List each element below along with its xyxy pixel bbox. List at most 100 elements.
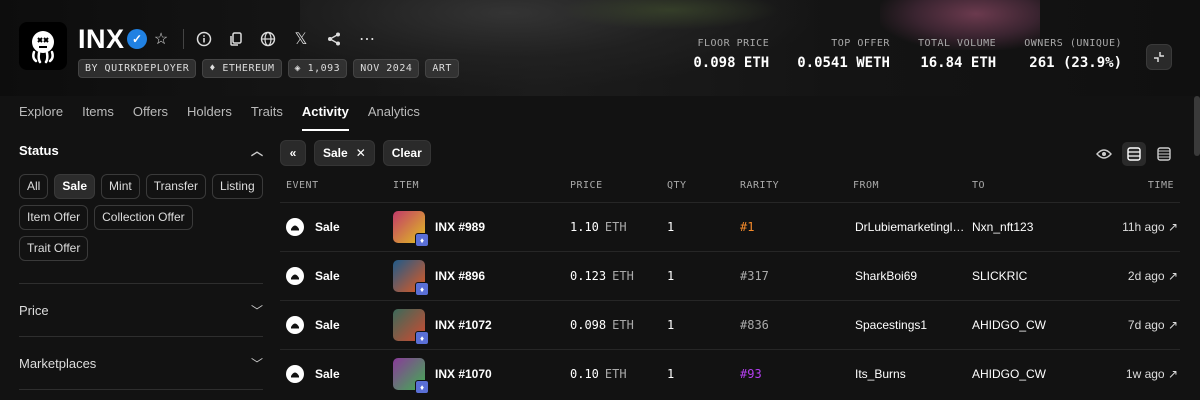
sale-icon [286, 316, 304, 334]
tab-items[interactable]: Items [82, 104, 114, 131]
collection-header: INX ✓ ☆ 𝕏 ⋯ BY QUIRKDEPLOYER ♦ ETHEREUM … [0, 0, 1200, 96]
col-price[interactable]: PRICE [570, 180, 603, 191]
x-twitter-icon[interactable]: 𝕏 [290, 28, 312, 50]
from-address[interactable]: Spacestings1 [855, 318, 965, 332]
copy-icon[interactable] [225, 28, 247, 50]
tab-analytics[interactable]: Analytics [368, 104, 420, 131]
item-name[interactable]: INX #896 [435, 269, 485, 283]
to-address[interactable]: SLICKRIC [972, 269, 1027, 283]
price-cell: 1.10 ETH [570, 220, 627, 234]
stat-top-offer: TOP OFFER 0.0541 WETH [797, 38, 890, 71]
table-row[interactable]: Sale ♦ INX #1070 0.10 ETH 1 #93 Its_Burns… [280, 349, 1180, 398]
chip-item-offer[interactable]: Item Offer [19, 205, 89, 230]
item-thumbnail[interactable]: ♦ [393, 211, 429, 247]
tab-explore[interactable]: Explore [19, 104, 63, 131]
col-time[interactable]: TIME [1148, 180, 1174, 191]
item-name[interactable]: INX #1070 [435, 367, 492, 381]
col-to: TO [972, 180, 986, 191]
price-currency: ETH [612, 318, 634, 332]
item-thumbnail[interactable]: ♦ [393, 309, 429, 345]
item-thumbnail[interactable]: ♦ [393, 358, 429, 394]
stat-label: TOTAL VOLUME [917, 38, 997, 49]
chip-mint[interactable]: Mint [101, 174, 140, 199]
table-row[interactable]: Sale ♦ INX #896 0.123 ETH 1 #317 SharkBoi… [280, 251, 1180, 300]
from-address[interactable]: SharkBoi69 [855, 269, 965, 283]
stat-value: 0.0541 WETH [797, 55, 890, 71]
tab-activity[interactable]: Activity [301, 104, 349, 131]
item-thumbnail[interactable]: ♦ [393, 260, 429, 296]
from-address[interactable]: Its_Burns [855, 367, 965, 381]
ethereum-icon: ♦ [415, 282, 429, 296]
to-address[interactable]: AHIDGO_CW [972, 318, 1046, 332]
stat-owners: OWNERS (UNIQUE) 261 (23.9%) [1024, 38, 1122, 71]
chip-transfer[interactable]: Transfer [145, 174, 206, 199]
time-link[interactable]: 7d ago ↗ [1128, 318, 1178, 332]
to-address[interactable]: Nxn_nft123 [972, 220, 1033, 234]
price-currency: ETH [612, 269, 634, 283]
qty-value: 1 [667, 367, 675, 381]
tab-offers[interactable]: Offers [133, 104, 168, 131]
stat-label: FLOOR PRICE [697, 38, 770, 49]
more-icon[interactable]: ⋯ [356, 28, 378, 50]
chip-trait-offer[interactable]: Trait Offer [19, 236, 89, 261]
sale-icon [286, 267, 304, 285]
time-link[interactable]: 1w ago ↗ [1126, 367, 1178, 381]
rarity-rank: #317 [740, 269, 769, 283]
date-tag: NOV 2024 [353, 59, 420, 78]
star-icon[interactable]: ☆ [150, 28, 172, 50]
share-icon[interactable] [323, 28, 345, 50]
globe-icon[interactable] [257, 28, 279, 50]
chip-all[interactable]: All [19, 174, 49, 199]
compact-list-view-icon[interactable] [1152, 142, 1176, 166]
activity-table-header: EVENT ITEM PRICE QTY RARITY FROM TO TIME [280, 180, 1180, 196]
item-name[interactable]: INX #989 [435, 220, 485, 234]
clear-filters-button[interactable]: Clear [382, 140, 431, 166]
stat-floor-price: FLOOR PRICE 0.098 ETH [693, 38, 769, 71]
banner-art-accent [560, 0, 780, 30]
chip-sale[interactable]: Sale [54, 174, 96, 199]
price-currency: ETH [604, 367, 627, 381]
tab-traits[interactable]: Traits [251, 104, 283, 131]
rarity-rank: #93 [740, 367, 762, 381]
close-icon[interactable]: ✕ [356, 146, 366, 160]
col-rarity[interactable]: RARITY [740, 180, 779, 191]
collapse-header-button[interactable] [1146, 44, 1172, 70]
price-value: 0.10 [570, 367, 599, 381]
chip-listing[interactable]: Listing [211, 174, 263, 199]
table-row[interactable]: Sale ♦ INX #1072 0.098 ETH 1 #836 Spacest… [280, 300, 1180, 349]
eye-icon[interactable] [1092, 142, 1116, 166]
stat-value: 261 (23.9%) [1029, 55, 1122, 71]
activity-toolbar: « Sale ✕ Clear [280, 140, 431, 166]
info-icon[interactable] [193, 28, 215, 50]
rarity-rank: #836 [740, 318, 769, 332]
filter-sidebar: Status ︿ All Sale Mint Transfer Listing … [19, 132, 263, 390]
tab-holders[interactable]: Holders [187, 104, 232, 131]
chip-collection-offer[interactable]: Collection Offer [94, 205, 193, 230]
scrollbar[interactable] [1194, 96, 1200, 156]
stat-total-volume: TOTAL VOLUME 16.84 ETH [918, 38, 996, 71]
collection-logo[interactable] [19, 22, 67, 70]
price-cell: 0.098 ETH [570, 318, 634, 332]
marketplaces-section-header[interactable]: Marketplaces ﹀ [19, 337, 263, 389]
active-filter-pill[interactable]: Sale ✕ [314, 140, 375, 166]
price-section-header[interactable]: Price ﹀ [19, 284, 263, 336]
from-address[interactable]: DrLubiemarketingli... [855, 220, 965, 234]
filter-pill-label: Sale [323, 146, 348, 160]
item-name[interactable]: INX #1072 [435, 318, 492, 332]
price-currency: ETH [604, 220, 627, 234]
qty-value: 1 [667, 318, 675, 332]
category-tag[interactable]: ART [425, 59, 459, 78]
time-link[interactable]: 11h ago ↗ [1122, 220, 1178, 234]
table-row[interactable]: Sale ♦ INX #989 1.10 ETH 1 #1 DrLubiemark… [280, 202, 1180, 251]
qty-value: 1 [667, 269, 675, 283]
price-cell: 0.123 ETH [570, 269, 634, 283]
creator-tag[interactable]: BY QUIRKDEPLOYER [78, 59, 197, 78]
collapse-sidebar-button[interactable]: « [280, 140, 306, 166]
list-view-icon[interactable] [1122, 142, 1146, 166]
external-link-icon: ↗ [1167, 367, 1178, 381]
price-value: 0.098 [570, 318, 607, 332]
status-section-header[interactable]: Status ︿ [19, 132, 263, 168]
to-address[interactable]: AHIDGO_CW [972, 367, 1046, 381]
time-link[interactable]: 2d ago ↗ [1128, 269, 1178, 283]
col-qty: QTY [667, 180, 687, 191]
